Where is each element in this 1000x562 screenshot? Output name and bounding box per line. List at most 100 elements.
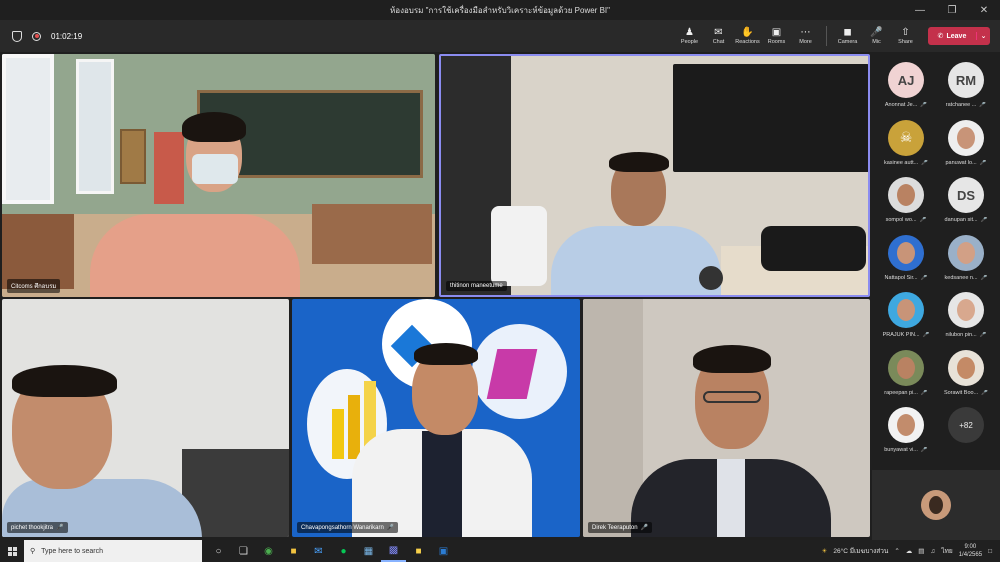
teams-icon[interactable]: ▩: [381, 540, 406, 562]
video-tile[interactable]: thitinon maneetume: [439, 54, 870, 297]
avatar: RM: [948, 62, 984, 98]
participant-item[interactable]: DS danupan sit... 🎤: [938, 177, 994, 235]
phone-hangup-icon: ✆: [937, 33, 944, 40]
share-button[interactable]: ⇧ Share: [891, 20, 920, 52]
avatar: [888, 407, 924, 443]
title-bar: ห้องอบรม "การใช้เครื่องมือสำหรับวิเคราะห…: [0, 0, 1000, 20]
more-icon: ⋯: [800, 27, 811, 38]
video-tile[interactable]: Citcoms ศึกอบรม: [2, 54, 435, 297]
cortana-icon[interactable]: ○: [206, 540, 231, 562]
chevron-up-icon[interactable]: ⌃: [894, 547, 899, 555]
meeting-timer: 01:02:19: [51, 31, 83, 41]
taskbar-search[interactable]: ⚲ Type here to search: [24, 540, 202, 562]
participant-item[interactable]: rapeepan pi... 🎤: [878, 349, 934, 408]
video-tile[interactable]: Direk Teeraputon 🎤: [583, 299, 870, 537]
participant-name-tag: pichet thookjitra 🎤: [7, 522, 68, 533]
mic-off-icon: 🎤: [980, 217, 988, 223]
sticky-notes-icon[interactable]: ■: [406, 540, 431, 562]
avatar: [948, 119, 984, 156]
mic-button[interactable]: 🎤 Mic: [862, 20, 891, 52]
file-explorer-icon[interactable]: ■: [281, 540, 306, 562]
line-icon[interactable]: ●: [331, 540, 356, 562]
mic-off-icon: 🎤: [640, 525, 649, 531]
people-button[interactable]: ♟ People: [675, 20, 704, 52]
weather-text[interactable]: 26°C มีเมฆบางส่วน: [833, 546, 888, 556]
taskbar-clock[interactable]: 9:00 1/4/2565: [959, 543, 982, 559]
camera-button[interactable]: ◼ Camera: [833, 20, 862, 52]
avatar: [948, 292, 984, 328]
mic-off-icon: 🎤: [921, 159, 929, 166]
self-view[interactable]: [872, 470, 1000, 540]
mic-off-icon: 🎤: [920, 447, 928, 453]
mic-off-icon: 🎤: [56, 525, 64, 531]
avatar: [921, 490, 951, 520]
participant-roster: AJ Anonnat Je... 🎤 RM ratchanee ... 🎤 ☠ ka…: [872, 52, 1000, 540]
avatar: ☠: [888, 119, 924, 156]
avatar: AJ: [888, 62, 924, 98]
mail-icon[interactable]: ✉: [306, 540, 331, 562]
chat-icon: ✉: [714, 27, 723, 38]
share-icon: ⇧: [901, 27, 910, 38]
cloud-icon[interactable]: ☁: [906, 547, 913, 555]
rooms-icon: ▣: [771, 27, 782, 38]
participant-item[interactable]: AJ Anonnat Je... 🎤: [878, 62, 934, 120]
chevron-down-icon[interactable]: ⌄: [976, 32, 990, 40]
participant-item[interactable]: Nattapol Sir... 🎤: [878, 234, 934, 293]
more-participants[interactable]: +82: [938, 407, 994, 465]
chat-button[interactable]: ✉ Chat: [704, 20, 733, 52]
system-tray: ☀ 26°C มีเมฆบางส่วน ⌃ ☁ ▤ ♫ ไทย 9:00 1/4…: [822, 540, 992, 562]
mic-off-icon: 🎤: [920, 274, 928, 281]
participant-name-tag: Direk Teeraputon 🎤: [588, 522, 653, 533]
participant-name-tag: Chavapongsathorn Wanarikarn 🎤: [297, 522, 399, 533]
participant-item[interactable]: panuwat lo... 🎤: [938, 119, 994, 178]
restore-icon[interactable]: ❐: [936, 0, 968, 20]
mic-off-icon: 🎤: [979, 332, 987, 338]
reactions-button[interactable]: ✋ Reactions: [733, 20, 762, 52]
network-icon[interactable]: ▤: [918, 547, 924, 555]
windows-taskbar: ⚲ Type here to search ○ ❏ ◉ ■ ✉ ● ▦ ▩ ■ …: [0, 540, 1000, 562]
start-button[interactable]: [0, 540, 24, 562]
task-view-icon[interactable]: ❏: [231, 540, 256, 562]
avatar: [948, 234, 984, 271]
window-controls: — ❐ ✕: [904, 0, 1000, 20]
leave-button[interactable]: ✆ Leave ⌄: [928, 27, 990, 45]
toolbar-divider: [826, 26, 827, 46]
volume-icon[interactable]: ♫: [930, 548, 935, 555]
mic-off-icon: 🎤: [980, 274, 988, 281]
participant-item[interactable]: Sorawit Boo... 🎤: [938, 349, 994, 408]
participant-name-tag: Citcoms ศึกอบรม: [7, 279, 61, 293]
more-button[interactable]: ⋯ More: [791, 20, 820, 52]
search-icon: ⚲: [30, 548, 36, 555]
chrome-icon[interactable]: ◉: [256, 540, 281, 562]
avatar: [888, 292, 924, 328]
mic-off-icon: 🎤: [920, 389, 928, 396]
notepad-icon[interactable]: ▦: [356, 540, 381, 562]
participant-item[interactable]: kedsanee n... 🎤: [938, 234, 994, 293]
avatar: [888, 177, 924, 213]
language-indicator[interactable]: ไทย: [941, 546, 952, 556]
avatar: [948, 349, 984, 386]
mic-off-icon: 🎤: [979, 102, 987, 108]
notification-icon[interactable]: □: [988, 548, 992, 555]
participant-item[interactable]: PRAJUK PIN... 🎤: [878, 292, 934, 350]
close-icon[interactable]: ✕: [968, 0, 1000, 20]
camera-icon: ◼: [843, 27, 852, 38]
participant-item[interactable]: bunyawat vi... 🎤: [878, 407, 934, 465]
rooms-button[interactable]: ▣ Rooms: [762, 20, 791, 52]
recording-icon: [32, 31, 41, 41]
participant-item[interactable]: RM ratchanee ... 🎤: [938, 62, 994, 120]
participant-item[interactable]: sompol wo... 🎤: [878, 177, 934, 235]
video-tile[interactable]: Chavapongsathorn Wanarikarn 🎤: [292, 299, 580, 537]
mic-off-icon: 🎤: [919, 217, 927, 223]
more-participants-count: +82: [948, 407, 984, 443]
avatar: [888, 234, 924, 271]
participant-item[interactable]: ☠ kasinee autt... 🎤: [878, 119, 934, 178]
word-icon[interactable]: ▣: [431, 540, 456, 562]
participant-item[interactable]: nilubon pin... 🎤: [938, 292, 994, 350]
minimize-icon[interactable]: —: [904, 0, 936, 20]
video-tile[interactable]: pichet thookjitra 🎤: [2, 299, 289, 537]
shield-icon[interactable]: [12, 30, 22, 42]
mic-off-icon: 🎤: [979, 159, 987, 166]
mic-off-icon: 🎤: [920, 102, 928, 108]
people-icon: ♟: [685, 27, 694, 38]
